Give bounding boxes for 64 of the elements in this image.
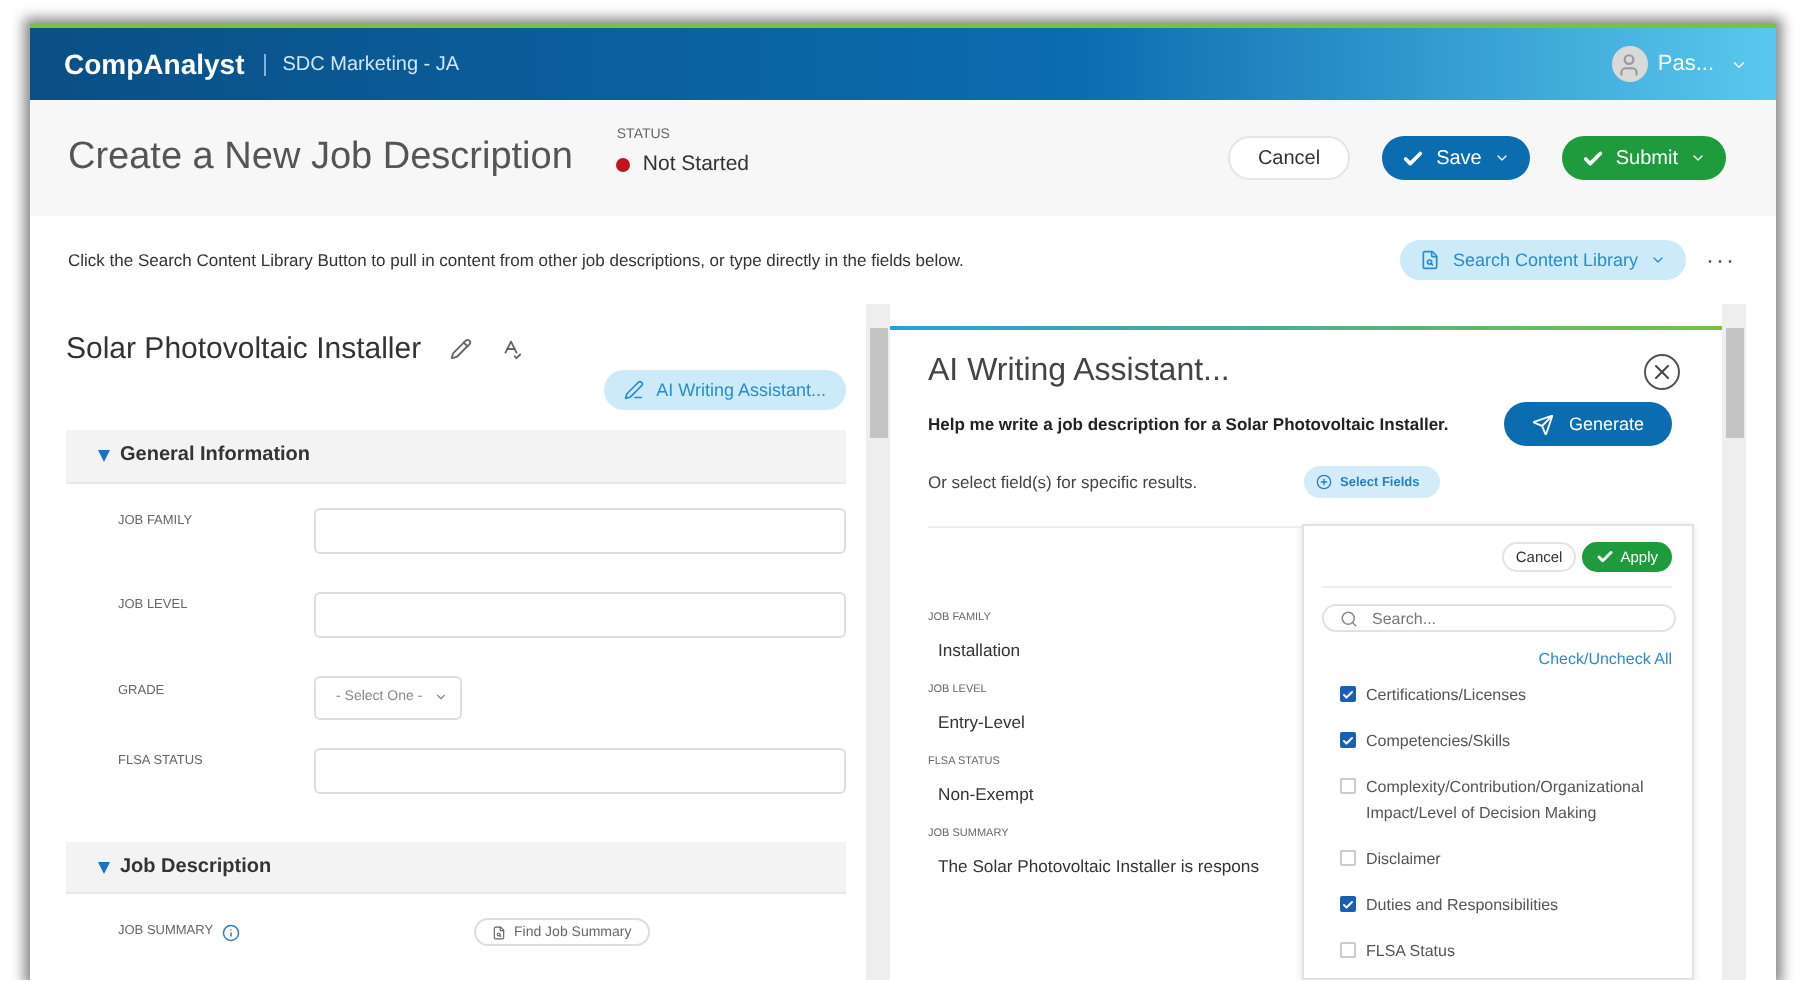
- panel-title: AI Writing Assistant...: [928, 354, 1230, 390]
- field-value: Entry-Level: [936, 710, 1025, 736]
- avatar-icon[interactable]: [1611, 46, 1648, 82]
- job-title: Solar Photovoltaic Installer: [66, 332, 422, 366]
- caret-icon: [1650, 252, 1666, 268]
- section-title: General Information: [120, 444, 311, 467]
- document-search-icon: [1420, 250, 1441, 270]
- option-label: FLSA Status: [1366, 940, 1455, 964]
- prompt-text: Help me write a job description for a Solar Photovoltaic Installer.: [928, 414, 1449, 434]
- caret-icon: [1493, 150, 1510, 166]
- account-name: SDC Marketing - JA: [264, 53, 460, 75]
- generate-button[interactable]: Generate: [1504, 402, 1672, 446]
- search-field[interactable]: Search...: [1322, 604, 1676, 632]
- check-icon: [1581, 147, 1604, 169]
- check-icon: [1596, 548, 1615, 566]
- paper-plane-icon: [1532, 413, 1555, 435]
- status-dot: [616, 157, 631, 171]
- option-label: Duties and Responsibilities: [1366, 894, 1559, 918]
- check-all-link[interactable]: Check/Uncheck All: [1538, 650, 1672, 668]
- field-value: The Solar Photovoltaic Installer is respons: [936, 854, 1259, 880]
- caret-icon: [434, 690, 448, 705]
- close-button[interactable]: [1644, 354, 1680, 390]
- cancel-button[interactable]: Cancel: [1227, 136, 1351, 180]
- search-input[interactable]: Search...: [1368, 607, 1648, 629]
- field-option[interactable]: Complexity/Contribution/Organizational Impact/Level of Decision Making: [1322, 768, 1676, 840]
- plus-icon: [1316, 474, 1332, 490]
- save-button[interactable]: Save: [1382, 136, 1530, 180]
- section-title: Job Description: [120, 856, 272, 879]
- status-text: Not Started: [616, 152, 750, 176]
- brand-name: CompAnalyst: [64, 48, 245, 80]
- submit-button[interactable]: Submit: [1561, 136, 1726, 180]
- section-header[interactable]: General Information: [66, 430, 846, 484]
- pencil-icon[interactable]: [449, 338, 472, 360]
- page-title: Create a New Job Description: [68, 136, 573, 180]
- field-value: Non-Exempt: [936, 782, 1034, 808]
- option-label: Complexity/Contribution/Organizational Impact/Level of Decision Making: [1366, 776, 1646, 826]
- option-label: Competencies/Skills: [1366, 730, 1511, 754]
- input-field[interactable]: [314, 748, 846, 795]
- spellcheck-icon[interactable]: [499, 338, 522, 360]
- checkbox[interactable]: [1340, 732, 1356, 748]
- instruction-text: Click the Search Content Library Button to pull in content from other job descriptions, or type directly in the fields below.: [68, 250, 966, 270]
- check-icon: [1402, 147, 1425, 169]
- field-value: Installation: [936, 638, 1021, 664]
- field-option[interactable]: Duties and Responsibilities: [1322, 886, 1676, 932]
- field-option[interactable]: Disclaimer: [1322, 840, 1676, 886]
- document-search-icon: [492, 925, 506, 940]
- field-option[interactable]: Competencies/Skills: [1322, 722, 1676, 768]
- more-menu[interactable]: ···: [1706, 246, 1736, 274]
- field-option[interactable]: Certifications/Licenses: [1322, 676, 1676, 722]
- pen-icon: [624, 380, 645, 400]
- option-label: Certifications/Licenses: [1366, 684, 1527, 708]
- checkbox[interactable]: [1340, 686, 1356, 702]
- input-field[interactable]: [314, 592, 846, 639]
- info-icon[interactable]: [221, 924, 240, 943]
- search-icon: [1340, 609, 1358, 627]
- input-field[interactable]: [314, 507, 846, 554]
- checkbox[interactable]: [1340, 896, 1356, 912]
- field-option[interactable]: FLSA Status: [1322, 932, 1676, 978]
- triangle-icon: [98, 449, 110, 462]
- hint-text: Or select field(s) for specific results.: [928, 472, 1200, 492]
- section-header[interactable]: Job Description: [66, 841, 846, 895]
- caret-icon: [1690, 150, 1706, 166]
- triangle-icon: [98, 861, 110, 874]
- option-label: Disclaimer: [1366, 848, 1441, 872]
